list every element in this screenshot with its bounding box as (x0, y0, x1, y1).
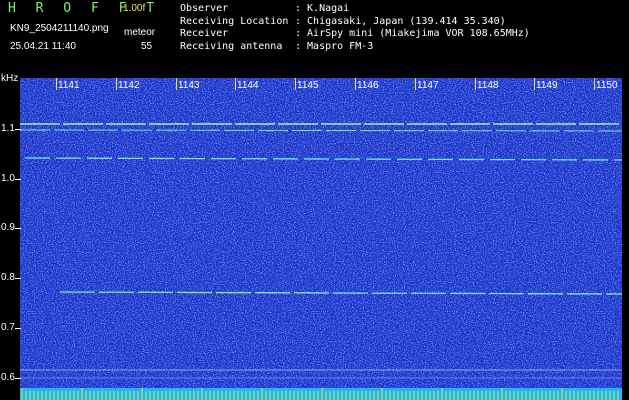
x-tick-label: 1146 (357, 80, 379, 91)
y-tick-label: 0.9 (1, 222, 15, 233)
filename-label: KN9_2504211140.png (10, 23, 109, 34)
observation-info: Observer : K.Nagai Receiving Location : Ch… (180, 3, 530, 53)
tick-group (21, 388, 619, 400)
frequency-unit-label: kHz (1, 73, 19, 84)
y-tick-mark (15, 278, 21, 279)
info-value: : K.Nagai (295, 3, 350, 14)
spectrogram (20, 78, 622, 388)
y-tick-label: 1.1 (1, 123, 15, 134)
x-tick-mark (415, 78, 416, 90)
x-tick-mark (594, 78, 595, 90)
x-tick-mark (56, 78, 57, 90)
x-tick-mark (355, 78, 356, 90)
x-tick-mark (176, 78, 177, 90)
info-label: Observer (180, 3, 229, 14)
info-value: : AirSpy mini (Miakejima VOR 108.65MHz) (295, 28, 530, 39)
x-tick-label: 1143 (178, 80, 200, 91)
x-tick-mark (295, 78, 296, 90)
x-tick-mark (475, 78, 476, 90)
x-tick-label: 1148 (477, 80, 499, 91)
datetime-label: 25.04.21 11:40 (10, 41, 76, 52)
y-tick-mark (15, 129, 21, 130)
info-row-receiver: Receiver : AirSpy mini (Miakejima VOR 108… (180, 28, 530, 41)
info-value: : Maspro FM-3 (295, 40, 374, 52)
x-tick-mark (534, 78, 535, 90)
x-tick-mark (235, 78, 236, 90)
info-label: Receiver (180, 28, 229, 39)
y-tick-label: 0.7 (1, 322, 15, 333)
y-tick-label: 0.6 (1, 372, 15, 383)
x-tick-label: 1145 (297, 80, 319, 91)
count-label: 55 (141, 41, 153, 52)
info-row-location: Receiving Location : Chigasaki, Japan (13… (180, 16, 530, 29)
info-value: : Chigasaki, Japan (139.414 35.340) (295, 15, 506, 27)
y-tick-mark (15, 179, 21, 180)
info-row-antenna: Receiving antenna : Maspro FM-3 (180, 41, 530, 54)
x-tick-label: 1142 (118, 80, 140, 91)
minute-tick-marks (21, 388, 619, 400)
info-label: Receiving antenna (180, 40, 283, 52)
x-tick-label: 1150 (596, 80, 618, 91)
y-tick-mark (15, 378, 21, 379)
y-tick-label: 1.0 (1, 173, 15, 184)
mode-label: meteor (124, 27, 156, 38)
x-tick-label: 1147 (417, 80, 439, 91)
x-tick-label: 1144 (237, 80, 259, 91)
y-tick-label: 0.8 (1, 272, 15, 283)
y-tick-mark (15, 228, 21, 229)
version-label: 1.00f (123, 3, 146, 14)
info-label: Receiving Location (180, 15, 289, 27)
x-tick-label: 1149 (536, 80, 558, 91)
x-tick-label: 1141 (58, 80, 80, 91)
x-tick-mark (116, 78, 117, 90)
y-tick-mark (15, 328, 21, 329)
info-row-observer: Observer : K.Nagai (180, 3, 530, 16)
